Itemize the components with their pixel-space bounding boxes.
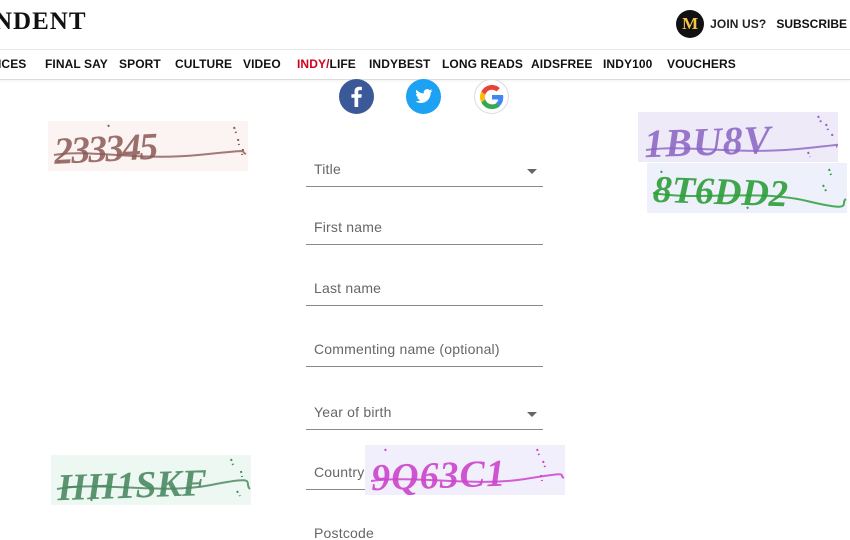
captcha-text: HH1SKF [55,462,207,505]
subscribe-link[interactable]: SUBSCRIBE [776,17,847,31]
title-select[interactable]: Title [306,155,543,187]
captcha-image: 233345 [48,121,248,171]
year-of-birth-select[interactable]: Year of birth [306,398,543,430]
country-label: Country [314,464,365,480]
membership-badge-icon[interactable]: M [676,10,705,38]
captcha-text: 8T6DD2 [652,169,788,213]
nav-item-culture[interactable]: CULTURE [175,57,232,71]
nav-item-indy-prefix: INDY/ [297,57,330,71]
captcha-text: 9Q63C1 [370,453,506,495]
nav-item-indy100[interactable]: INDY100 [603,57,652,71]
google-login-button[interactable] [474,79,509,114]
nav-item-aidsfree[interactable]: AIDSFREE [531,57,592,71]
nav-item-life-suffix: LIFE [329,57,356,71]
nav-item-vouchers[interactable]: VOUCHERS [667,57,736,71]
captcha-image: 1BU8V [638,112,838,162]
main-nav: ICES FINAL SAY SPORT CULTURE VIDEO INDY/… [0,50,850,80]
captcha-text: 1BU8V [643,117,774,162]
join-area: M JOIN US? SUBSCRIBE [676,10,847,38]
facebook-login-button[interactable] [339,79,374,114]
nav-item-indybest[interactable]: INDYBEST [369,57,430,71]
google-icon [479,84,503,109]
nav-item-video[interactable]: VIDEO [243,57,281,71]
captcha-image: 9Q63C1 [365,445,565,495]
captcha-text: 233345 [52,126,159,171]
nav-item-voices[interactable]: ICES [0,57,26,71]
captcha-image: HH1SKF [51,455,251,505]
site-header: NDENT M JOIN US? SUBSCRIBE [0,0,850,50]
twitter-icon [415,89,433,103]
year-of-birth-label: Year of birth [314,404,392,420]
nav-item-sport[interactable]: SPORT [119,57,161,71]
facebook-icon [351,86,362,107]
postcode-label: Postcode [314,525,374,540]
first-name-label: First name [314,219,383,235]
site-logo[interactable]: NDENT [0,8,87,36]
commenting-name-label: Commenting name (optional) [314,341,500,357]
title-label: Title [314,161,341,177]
last-name-field[interactable]: Last name [306,274,543,306]
last-name-label: Last name [314,280,382,296]
chevron-down-icon [527,169,537,174]
join-us-link[interactable]: JOIN US? [710,17,766,31]
nav-item-final-say[interactable]: FINAL SAY [45,57,108,71]
chevron-down-icon [527,412,537,417]
nav-item-long-reads[interactable]: LONG READS [442,57,523,71]
postcode-field[interactable]: Postcode [306,519,543,540]
nav-item-indy-life[interactable]: INDY/LIFE [297,57,356,71]
captcha-image: 8T6DD2 [647,163,847,213]
first-name-field[interactable]: First name [306,213,543,245]
twitter-login-button[interactable] [406,79,441,114]
commenting-name-field[interactable]: Commenting name (optional) [306,335,543,367]
